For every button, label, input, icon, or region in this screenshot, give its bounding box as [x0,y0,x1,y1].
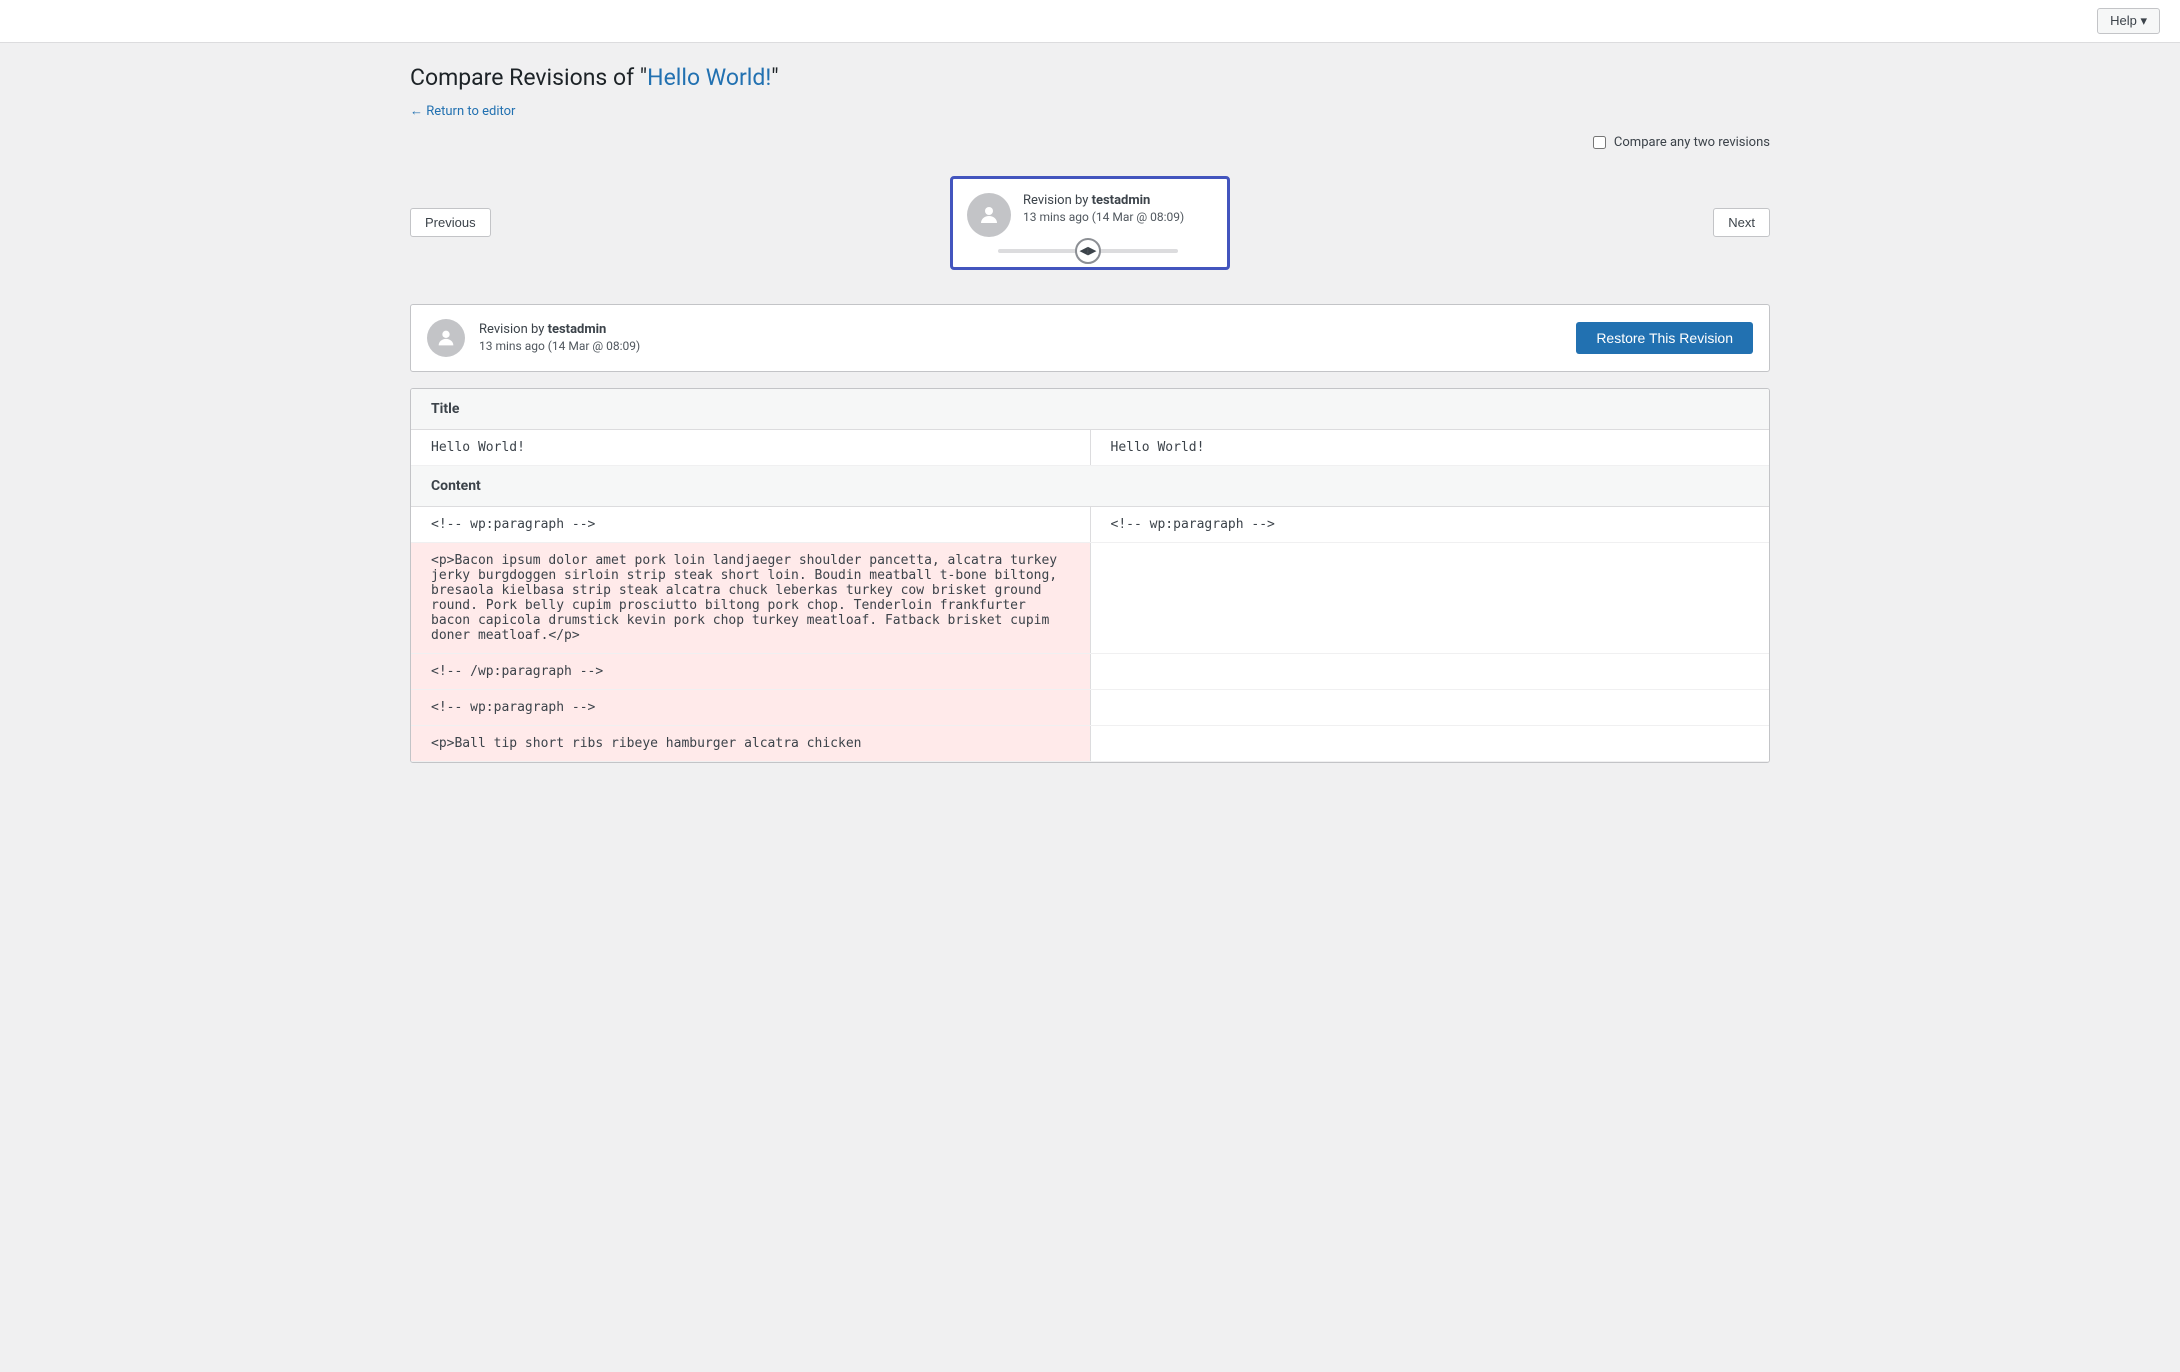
revision-bar-info: Revision by testadmin 13 mins ago (14 Ma… [479,322,640,353]
revision-bar-by: Revision by [479,322,548,337]
revision-bar: Revision by testadmin 13 mins ago (14 Ma… [410,304,1770,372]
title-diff-row: Hello World! Hello World! [411,430,1769,466]
content-comment3-row: <!-- wp:paragraph --> [411,690,1769,726]
previous-label: Previous [425,215,476,230]
help-label: Help ▾ [2110,13,2147,29]
revision-username: testadmin [1092,193,1151,208]
diff-table: Title Hello World! Hello World! Content … [410,388,1770,763]
title-left: Hello World! [411,430,1090,465]
slider-area[interactable]: ◀▶ [967,249,1209,253]
revision-by-text: Revision by [1023,193,1092,208]
content-left-paragraph: <p>Bacon ipsum dolor amet pork loin land… [411,543,1090,653]
page-title: Compare Revisions of "Hello World!" [410,63,1770,93]
content-right-paragraph2 [1090,726,1770,761]
content-right-comment1: <!-- wp:paragraph --> [1090,507,1770,542]
content-section-label: Content [431,478,481,494]
compare-two-revisions-checkbox[interactable] [1593,136,1606,149]
revision-bar-avatar [427,319,465,357]
content-right-comment3 [1090,690,1770,725]
avatar [967,193,1011,237]
revision-info: Revision by testadmin 13 mins ago (14 Ma… [1023,193,1184,224]
return-to-editor-link[interactable]: ← Return to editor [410,103,515,119]
content-comment1-row: <!-- wp:paragraph --> <!-- wp:paragraph … [411,507,1769,543]
title-right: Hello World! [1090,430,1770,465]
content-section-header: Content [411,466,1769,507]
previous-button[interactable]: Previous [410,208,491,237]
content-left-comment3: <!-- wp:paragraph --> [411,690,1090,725]
post-title-link[interactable]: Hello World! [647,64,771,91]
title-section-label: Title [431,401,459,417]
title-prefix: Compare Revisions of " [410,64,647,91]
content-paragraph2-row: <p>Ball tip short ribs ribeye hamburger … [411,726,1769,762]
revision-tooltip: Revision by testadmin 13 mins ago (14 Ma… [950,176,1230,270]
content-left-paragraph2: <p>Ball tip short ribs ribeye hamburger … [411,726,1090,761]
content-right-paragraph [1090,543,1770,653]
help-button[interactable]: Help ▾ [2097,8,2160,34]
revision-time: 13 mins ago (14 Mar @ 08:09) [1023,210,1184,224]
next-button[interactable]: Next [1713,208,1770,237]
compare-label: Compare any two revisions [1614,135,1770,150]
restore-label: Restore This Revision [1596,330,1733,346]
next-label: Next [1728,215,1755,230]
content-right-comment2 [1090,654,1770,689]
content-paragraph-row: <p>Bacon ipsum dolor amet pork loin land… [411,543,1769,654]
content-left-comment1: <!-- wp:paragraph --> [411,507,1090,542]
content-comment2-row: <!-- /wp:paragraph --> [411,654,1769,690]
title-section-header: Title [411,389,1769,430]
revisions-nav: Previous Revision by testadmin 13 mins a… [410,158,1770,288]
restore-revision-button[interactable]: Restore This Revision [1576,322,1753,354]
title-suffix: " [771,64,778,91]
top-bar: Help ▾ [0,0,2180,43]
revision-bar-username: testadmin [548,322,607,337]
revision-bar-left: Revision by testadmin 13 mins ago (14 Ma… [427,319,640,357]
revision-bar-time: 13 mins ago (14 Mar @ 08:09) [479,339,640,353]
slider-thumb[interactable]: ◀▶ [1075,238,1101,264]
content-left-comment2: <!-- /wp:paragraph --> [411,654,1090,689]
return-link-text: ← Return to editor [410,103,515,119]
slider-track[interactable]: ◀▶ [998,249,1178,253]
